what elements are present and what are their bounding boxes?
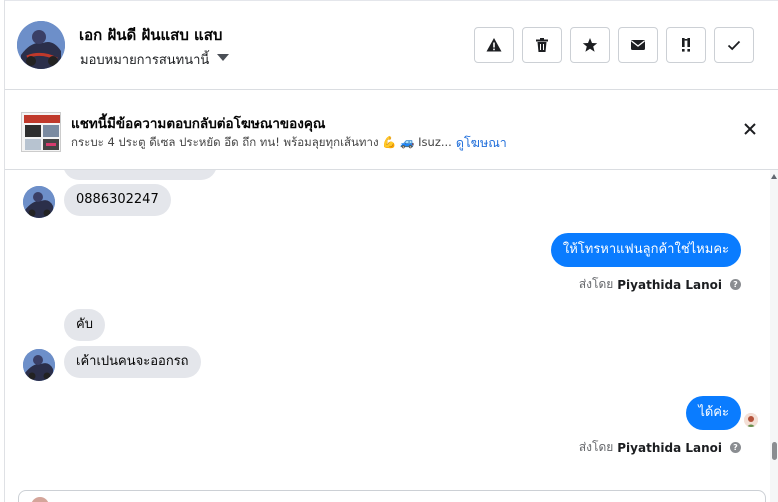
message-bubble-incoming: คับ bbox=[64, 309, 105, 341]
ad-thumbnail[interactable] bbox=[21, 112, 61, 152]
ad-reply-banner: แชทนี้มีข้อความตอบกลับต่อโฆษณาของคุณ กระ… bbox=[5, 90, 778, 170]
seen-indicator-avatar bbox=[744, 413, 758, 427]
mark-unread-button[interactable] bbox=[618, 27, 658, 63]
customer-avatar bbox=[23, 186, 55, 218]
ad-banner-subtitle-row: กระบะ 4 ประตู ดีเซล ประหยัด อึด ถึก ทน! … bbox=[71, 133, 507, 153]
info-icon[interactable]: ? bbox=[730, 279, 741, 290]
sent-by-prefix: ส่งโดย bbox=[578, 277, 614, 291]
sent-by-agent: Piyathida Lanoi bbox=[617, 440, 722, 455]
follow-up-button[interactable] bbox=[666, 27, 706, 63]
message-bubble-incoming: เค้าเปนคนจะออกรถ bbox=[64, 346, 201, 378]
conversation-header: เอก ฝันดี ฝันแสบ แสบ มอบหมายการสนทนานี้ bbox=[5, 0, 778, 90]
checkmark-icon bbox=[727, 40, 741, 51]
report-spam-button[interactable] bbox=[474, 27, 514, 63]
sent-by-prefix: ส่งโดย bbox=[578, 440, 614, 454]
contact-name[interactable]: เอก ฝันดี ฝันแสบ แสบ bbox=[79, 23, 222, 47]
sent-by-agent: Piyathida Lanoi bbox=[617, 277, 722, 292]
sent-by-label: ส่งโดย Piyathida Lanoi ? bbox=[579, 438, 741, 457]
message-bubble-outgoing: ได้ค่ะ bbox=[686, 396, 741, 430]
contact-avatar[interactable] bbox=[17, 21, 65, 69]
assign-conversation-dropdown[interactable]: มอบหมายการสนทนานี้ bbox=[80, 49, 230, 70]
assign-label: มอบหมายการสนทนานี้ bbox=[80, 53, 210, 68]
envelope-icon bbox=[631, 40, 645, 50]
message-thread: 0886302247 ให้โทรหาแฟนลูกค้าใช่ไหมคะ ส่ง… bbox=[5, 170, 770, 490]
report-spam-icon bbox=[486, 38, 502, 52]
star-icon bbox=[582, 38, 598, 52]
caret-down-icon bbox=[217, 54, 230, 61]
message-bubble-outgoing: ให้โทรหาแฟนลูกค้าใช่ไหมคะ bbox=[550, 233, 741, 267]
star-button[interactable] bbox=[570, 27, 610, 63]
sent-by-label: ส่งโดย Piyathida Lanoi ? bbox=[579, 275, 741, 294]
ad-banner-subtitle: กระบะ 4 ประตู ดีเซล ประหยัด อึด ถึก ทน! … bbox=[71, 135, 452, 149]
close-banner-button[interactable] bbox=[741, 120, 759, 138]
mark-done-button[interactable] bbox=[714, 27, 754, 63]
ad-banner-title: แชทนี้มีข้อความตอบกลับต่อโฆษณาของคุณ bbox=[71, 116, 326, 132]
close-icon bbox=[744, 123, 756, 135]
trash-icon bbox=[536, 38, 548, 52]
customer-avatar bbox=[23, 349, 55, 381]
message-composer[interactable] bbox=[18, 490, 766, 502]
scroll-up-arrow-icon[interactable] bbox=[771, 174, 777, 179]
header-actions bbox=[474, 27, 754, 63]
follow-up-icon bbox=[682, 38, 690, 52]
message-bubble-partial bbox=[63, 170, 217, 180]
view-ad-link[interactable]: ดูโฆษณา bbox=[456, 133, 507, 153]
agent-avatar bbox=[31, 497, 49, 502]
scrollbar-thumb[interactable] bbox=[772, 442, 777, 460]
info-icon[interactable]: ? bbox=[730, 442, 741, 453]
message-bubble-incoming: 0886302247 bbox=[64, 184, 171, 216]
delete-button[interactable] bbox=[522, 27, 562, 63]
